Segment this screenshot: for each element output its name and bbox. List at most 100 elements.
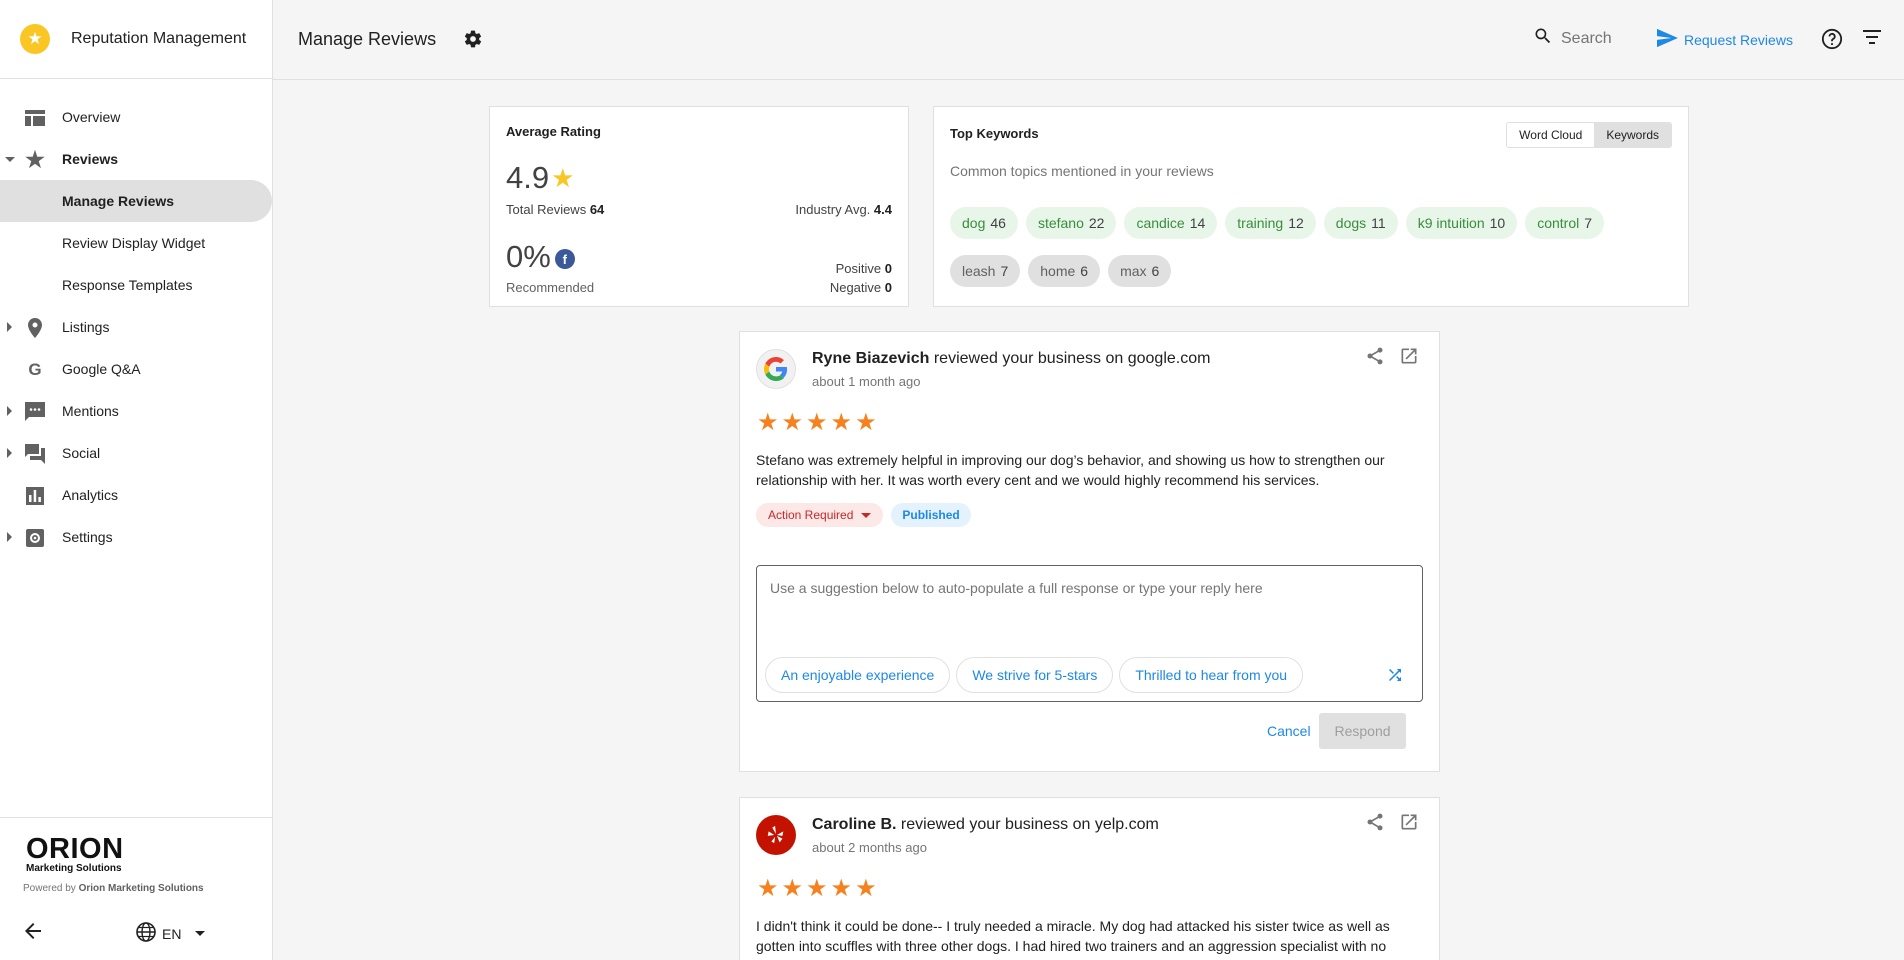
sidebar-item-manage-reviews[interactable]: Manage Reviews	[0, 180, 272, 222]
sidebar-item-review-display-widget[interactable]: Review Display Widget	[0, 222, 272, 264]
star-icon: ★	[551, 162, 575, 193]
review-text: Stefano was extremely helpful in improvi…	[756, 452, 1385, 488]
request-reviews-button[interactable]: Request Reviews	[1656, 28, 1793, 51]
caret-right-icon	[7, 322, 12, 332]
sidebar-item-overview[interactable]: Overview	[0, 96, 272, 138]
keyword-chip[interactable]: training 12	[1225, 207, 1316, 239]
toggle-keywords[interactable]: Keywords	[1594, 123, 1671, 147]
brand-subtitle: Marketing Solutions	[26, 863, 122, 874]
star-logo-icon: ★	[20, 24, 50, 54]
sidebar-item-label: Overview	[62, 109, 121, 125]
action-required-label: Action Required	[768, 508, 854, 522]
negative-count: Negative 0	[830, 280, 892, 295]
star-icon: ★	[781, 875, 804, 902]
sidebar-item-response-templates[interactable]: Response Templates	[0, 264, 272, 306]
average-rating-number: 4.9	[506, 160, 550, 195]
top-bar: Manage Reviews Search Request Reviews	[273, 0, 1904, 80]
star-icon: ★	[830, 875, 853, 902]
keyword-count: 11	[1371, 215, 1386, 231]
share-icon[interactable]	[1365, 812, 1385, 835]
keyword-chip[interactable]: leash 7	[950, 255, 1021, 287]
cancel-button[interactable]: Cancel	[1255, 713, 1323, 749]
respond-button[interactable]: Respond	[1319, 713, 1406, 749]
keyword-chip[interactable]: dog 46	[950, 207, 1018, 239]
suggestion-chip[interactable]: We strive for 5-stars	[956, 657, 1114, 693]
language-selector[interactable]: EN	[136, 922, 206, 945]
review-site: google.com	[1127, 350, 1211, 367]
star-icon: ★	[806, 875, 828, 902]
reply-box[interactable]: Use a suggestion below to auto-populate …	[756, 565, 1423, 702]
toggle-word-cloud[interactable]: Word Cloud	[1507, 123, 1594, 147]
share-icon[interactable]	[1365, 346, 1385, 369]
review-header: Ryne Biazevich reviewed your business on…	[812, 350, 1210, 368]
sidebar-item-settings[interactable]: Settings	[0, 516, 272, 558]
review-card: Ryne Biazevich reviewed your business on…	[739, 331, 1440, 772]
brand-logo: ORION Marketing Solutions	[26, 834, 124, 874]
review-author[interactable]: Ryne Biazevich	[812, 350, 929, 367]
keyword-count: 10	[1489, 215, 1506, 231]
sidebar-item-reviews[interactable]: ★ Reviews	[0, 138, 272, 180]
review-card: Caroline B. reviewed your business on ye…	[739, 797, 1440, 960]
sidebar-item-label: Analytics	[62, 487, 119, 503]
sidebar-item-label: Reviews	[62, 151, 119, 167]
facebook-icon: f	[554, 249, 575, 269]
dashboard-icon	[24, 107, 46, 129]
search-input[interactable]: Search	[1561, 30, 1612, 48]
powered-by-name: Orion Marketing Solutions	[78, 883, 204, 894]
chevron-down-icon	[195, 931, 206, 936]
shuffle-icon[interactable]	[1386, 666, 1404, 687]
sidebar-item-social[interactable]: Social	[0, 432, 272, 474]
search-bar[interactable]: Search	[1533, 26, 1612, 51]
keyword-word: stefano	[1037, 215, 1084, 231]
keyword-count: 6	[1151, 263, 1160, 279]
sidebar-item-google-qa[interactable]: G Google Q&A	[0, 348, 272, 390]
star-icon: ★	[781, 409, 804, 436]
positive-count: Positive 0	[836, 261, 892, 276]
keyword-word: dogs	[1335, 215, 1367, 231]
keyword-chip[interactable]: candice 14	[1124, 207, 1218, 239]
keyword-chip[interactable]: max 6	[1108, 255, 1172, 287]
page-title: Manage Reviews	[298, 29, 437, 49]
back-arrow-icon[interactable]	[24, 922, 42, 943]
google-logo-icon	[756, 349, 796, 389]
keyword-count: 14	[1189, 215, 1206, 231]
sidebar-item-listings[interactable]: Listings	[0, 306, 272, 348]
open-in-new-icon[interactable]	[1399, 346, 1419, 369]
action-required-badge[interactable]: Action Required	[756, 503, 884, 527]
sidebar-item-label: Google Q&A	[62, 361, 141, 377]
open-in-new-icon[interactable]	[1399, 812, 1419, 835]
help-icon[interactable]	[1821, 28, 1843, 53]
caret-right-icon	[7, 448, 12, 458]
sidebar-item-mentions[interactable]: Mentions	[0, 390, 272, 432]
star-icon: ★	[855, 409, 877, 436]
total-reviews-count: 64	[589, 202, 605, 217]
sidebar: ★ Reputation Management Overview ★ Revie…	[0, 0, 273, 960]
sidebar-item-analytics[interactable]: Analytics	[0, 474, 272, 516]
view-toggle: Word Cloud Keywords	[1506, 122, 1672, 148]
reply-input[interactable]: Use a suggestion below to auto-populate …	[770, 580, 1263, 596]
star-icon: ★	[757, 875, 779, 902]
keyword-word: leash	[962, 263, 996, 279]
suggestion-chip[interactable]: Thrilled to hear from you	[1119, 657, 1304, 693]
gear-icon[interactable]	[463, 29, 483, 52]
total-reviews-label: Total Reviews	[506, 202, 587, 217]
keyword-chip[interactable]: stefano 22	[1025, 207, 1117, 239]
keyword-chip[interactable]: home 6	[1028, 255, 1101, 287]
search-icon	[1533, 26, 1553, 51]
review-action: reviewed your business on	[933, 350, 1124, 367]
review-author[interactable]: Caroline B.	[812, 816, 896, 833]
keyword-chip[interactable]: k9 intuition 10	[1405, 207, 1518, 239]
keyword-count: 7	[1584, 215, 1593, 231]
keyword-chip[interactable]: control 7	[1525, 207, 1605, 239]
review-time: about 1 month ago	[812, 374, 921, 389]
keyword-word: control	[1537, 215, 1580, 231]
keyword-chip[interactable]: dogs 11	[1323, 207, 1398, 239]
brand-name: ORION	[26, 833, 124, 865]
top-keywords-subtitle: Common topics mentioned in your reviews	[950, 163, 1214, 179]
industry-average-label: Industry Avg.	[795, 202, 871, 217]
suggestion-chip[interactable]: An enjoyable experience	[765, 657, 951, 693]
filter-list-icon[interactable]	[1863, 30, 1881, 47]
review-actions	[1365, 346, 1419, 369]
sidebar-item-label: Response Templates	[62, 277, 193, 293]
keyword-count: 7	[1000, 263, 1009, 279]
